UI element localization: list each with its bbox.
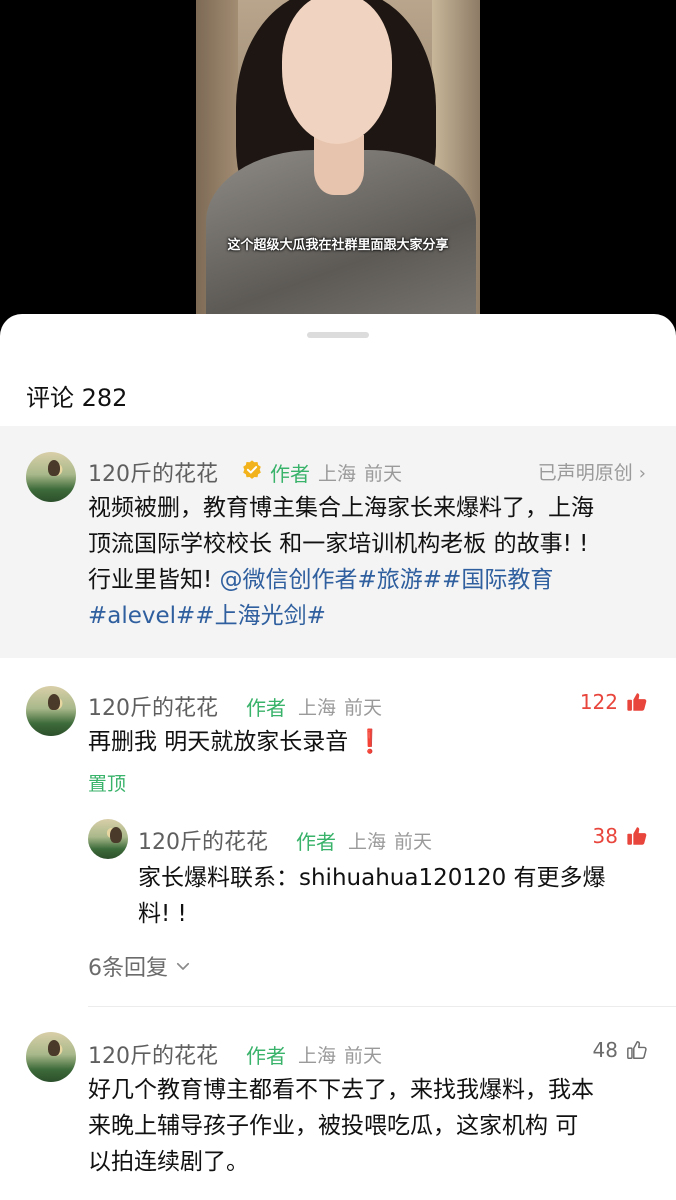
avatar[interactable] bbox=[26, 1032, 76, 1082]
reply-time: 前天 bbox=[394, 831, 433, 853]
replies-count-label: 6条回复 bbox=[88, 956, 168, 981]
post-body: 视频被删，教育博主集合上海家长来爆料了，上海 顶流国际学校校长 和一家培训机构老… bbox=[88, 490, 658, 634]
author-badge: 作者 bbox=[270, 462, 310, 486]
original-claim-label: 已声明原创 bbox=[537, 462, 633, 484]
post-line: #alevel##上海光剑# bbox=[88, 598, 658, 634]
post-time: 前天 bbox=[364, 463, 403, 485]
comment-location: 上海 bbox=[298, 1045, 337, 1067]
comment-username[interactable]: 120斤的花花 bbox=[88, 1038, 218, 1070]
comment-location: 上海 bbox=[298, 697, 337, 719]
pinned-label: 置顶 bbox=[88, 773, 127, 795]
thumbs-up-outline-icon bbox=[627, 1041, 647, 1059]
like-count: 38 bbox=[592, 824, 618, 848]
exclamation-emoji-icon: ❗ bbox=[355, 729, 385, 755]
post-line: 视频被删，教育博主集合上海家长来爆料了，上海 bbox=[88, 495, 594, 521]
comment-line: 好几个教育博主都看不下去了，来找我爆料，我本 bbox=[88, 1077, 594, 1103]
post-location: 上海 bbox=[318, 463, 357, 485]
original-claim-link[interactable]: 已声明原创 › bbox=[538, 458, 646, 485]
thumbs-up-filled-icon bbox=[627, 827, 647, 845]
reply-username[interactable]: 120斤的花花 bbox=[138, 824, 268, 856]
author-badge: 作者 bbox=[246, 696, 286, 720]
author-post: 120斤的花花 作者 上海 前天 已声明原创 › 视频被删，教育博主集合上海家长来… bbox=[0, 426, 676, 658]
video-person-face bbox=[282, 0, 392, 144]
video-subtitle: 这个超级大瓜我在社群里面跟大家分享 bbox=[227, 238, 449, 253]
post-username[interactable]: 120斤的花花 bbox=[88, 456, 218, 488]
like-button[interactable]: 122 bbox=[580, 690, 648, 714]
like-button[interactable]: 48 bbox=[593, 1038, 648, 1062]
chevron-down-icon bbox=[176, 962, 190, 970]
reply-location: 上海 bbox=[348, 831, 387, 853]
comment-divider bbox=[88, 1006, 676, 1007]
reply-line: 家长爆料联系：shihuahua120120 有更多爆 bbox=[138, 865, 606, 891]
thumbs-up-filled-icon bbox=[627, 693, 647, 711]
expand-replies-button[interactable]: 6条回复 bbox=[88, 950, 192, 982]
comment-text: 再删我 明天就放家长录音 bbox=[88, 729, 349, 755]
verified-badge-icon bbox=[243, 460, 261, 479]
comment-time: 前天 bbox=[344, 697, 383, 719]
reply-line: 料! ! bbox=[138, 901, 187, 927]
author-badge: 作者 bbox=[296, 830, 336, 854]
video-frame[interactable]: 这个超级大瓜我在社群里面跟大家分享 bbox=[196, 0, 480, 314]
comment-body: 好几个教育博主都看不下去了，来找我爆料，我本 来晚上辅导孩子作业，被投喂吃瓜，这… bbox=[88, 1072, 658, 1180]
chevron-right-icon: › bbox=[638, 463, 646, 484]
video-person-neck bbox=[314, 135, 364, 195]
comments-sheet: 评论 282 120斤的花花 作者 上海 前天 已声明原创 › 视频被删，教育博主… bbox=[0, 314, 676, 1200]
post-line-text: 行业里皆知! bbox=[88, 567, 220, 593]
comment-line: 来晚上辅导孩子作业，被投喂吃瓜，这家机构 可 bbox=[88, 1113, 579, 1139]
hashtag-link[interactable]: #国际教育 bbox=[442, 567, 553, 593]
comment-body: 再删我 明天就放家长录音 ❗ bbox=[88, 724, 384, 760]
video-player[interactable]: 这个超级大瓜我在社群里面跟大家分享 bbox=[0, 0, 676, 330]
author-badge: 作者 bbox=[246, 1044, 286, 1068]
post-line: 顶流国际学校校长 和一家培训机构老板 的故事! ! bbox=[88, 531, 589, 557]
like-button[interactable]: 38 bbox=[593, 824, 648, 848]
post-line: 行业里皆知! @微信创作者#旅游##国际教育 bbox=[88, 562, 658, 598]
avatar[interactable] bbox=[88, 819, 128, 859]
avatar[interactable] bbox=[26, 686, 76, 736]
like-count: 48 bbox=[592, 1038, 618, 1062]
comments-count-title: 评论 282 bbox=[26, 384, 128, 412]
hashtag-link[interactable]: #alevel# bbox=[88, 603, 195, 629]
comment-time: 前天 bbox=[344, 1045, 383, 1067]
sheet-drag-handle[interactable] bbox=[307, 332, 369, 338]
like-count: 122 bbox=[579, 690, 618, 714]
mention-link[interactable]: @微信创作者 bbox=[220, 567, 358, 593]
comment-line: 以拍连续剧了。 bbox=[88, 1149, 249, 1175]
comment-username[interactable]: 120斤的花花 bbox=[88, 690, 218, 722]
reply-body: 家长爆料联系：shihuahua120120 有更多爆 料! ! bbox=[138, 860, 658, 932]
avatar[interactable] bbox=[26, 452, 76, 502]
hashtag-link[interactable]: #旅游# bbox=[358, 567, 443, 593]
hashtag-link[interactable]: #上海光剑# bbox=[195, 603, 326, 629]
